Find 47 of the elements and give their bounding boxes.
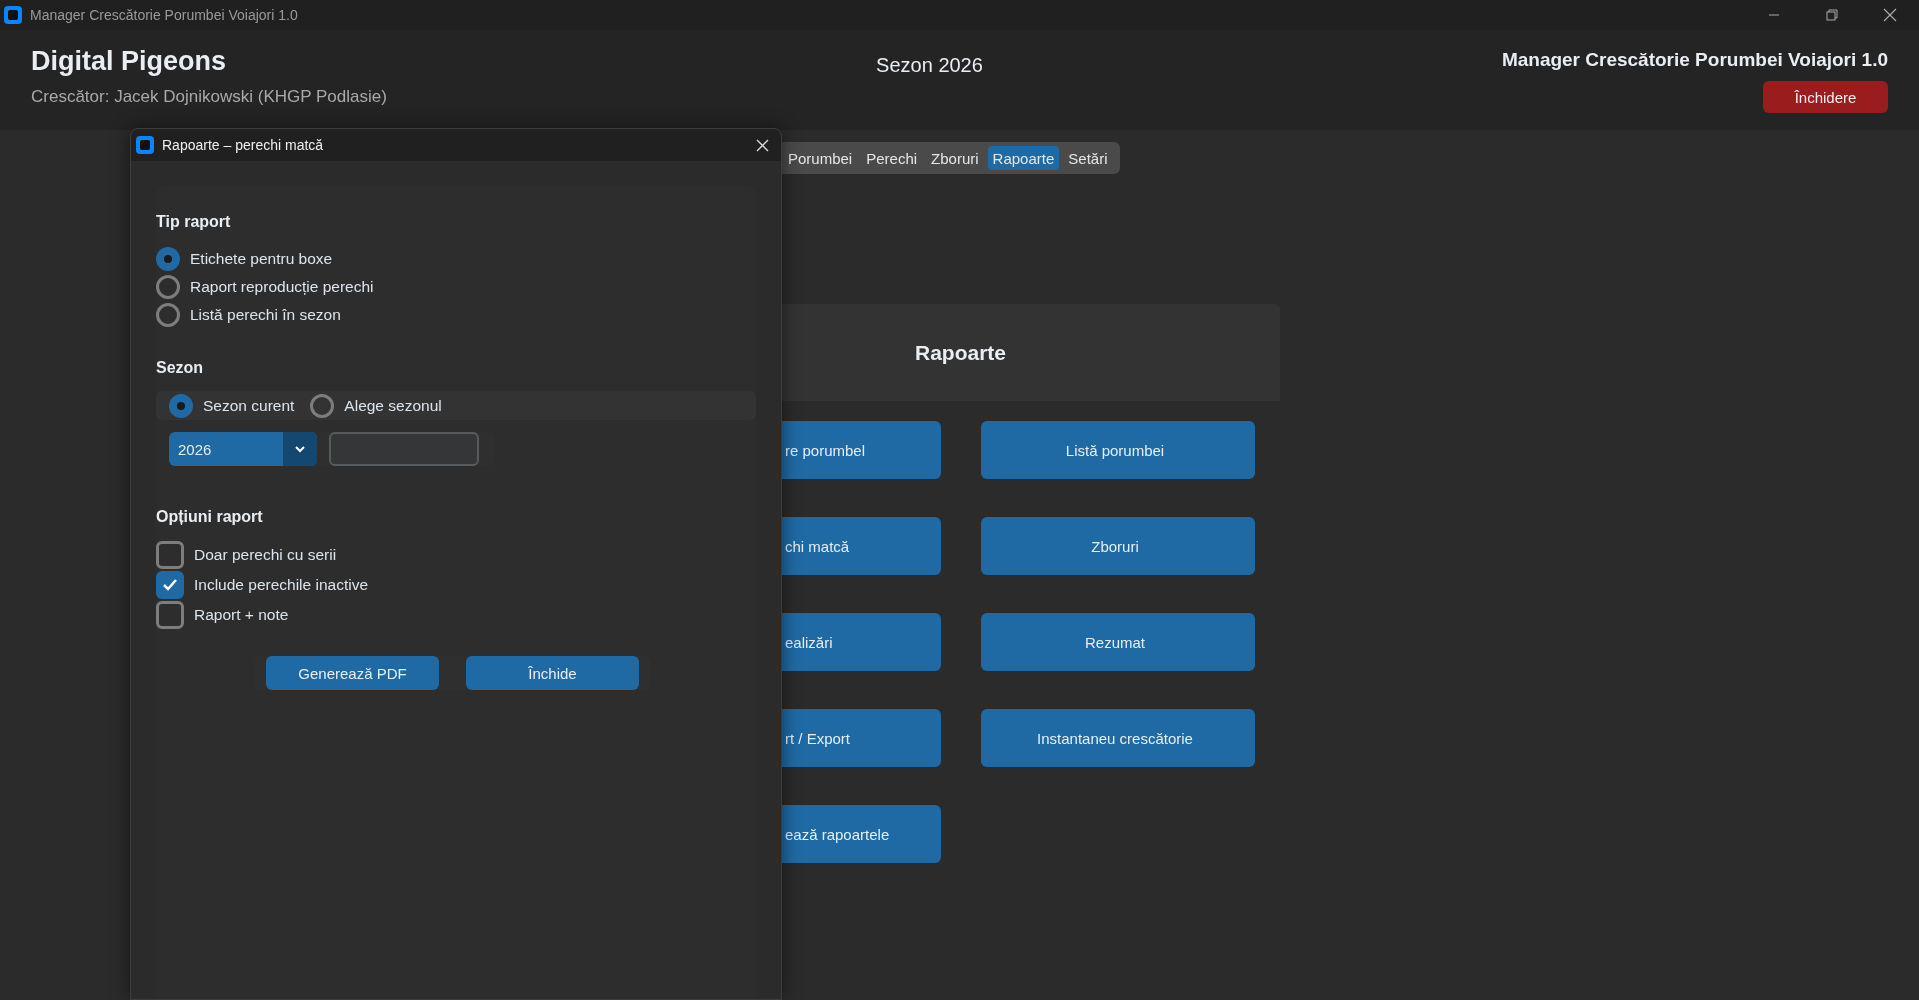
tab[interactable]: Setări <box>1063 146 1113 170</box>
checkmark-icon <box>162 578 178 592</box>
tab[interactable]: Rapoarte <box>987 146 1060 170</box>
report-button[interactable]: Instantaneu crescătorie <box>981 709 1255 767</box>
section-heading: Opțiuni raport <box>156 508 264 526</box>
exit-button[interactable]: Închidere <box>1763 81 1888 113</box>
season-dropdown[interactable]: 2026 <box>169 432 317 466</box>
report-button[interactable]: Rezumat <box>981 613 1255 671</box>
season-label: Sezon 2026 <box>876 54 983 77</box>
radio-button[interactable] <box>156 275 180 299</box>
checkbox[interactable] <box>156 601 184 629</box>
tab[interactable]: Perechi <box>861 146 923 170</box>
radio-label: Sezon curent <box>203 396 295 415</box>
radio-button[interactable] <box>169 393 193 418</box>
app-icon <box>4 6 22 24</box>
tab[interactable]: Zboruri <box>926 146 984 170</box>
close-icon <box>1883 8 1897 22</box>
close-icon <box>756 138 769 152</box>
radio-label: Etichete pentru boxe <box>190 250 333 268</box>
breeder-label: Crescător: Jacek Dojnikowski (KHGP Podlasie) <box>31 87 388 107</box>
checkbox[interactable] <box>156 541 184 569</box>
checkbox-label: Include perechile inactive <box>194 576 369 594</box>
card-title: Rapoarte <box>915 340 1007 365</box>
section-heading: Tip raport <box>156 213 232 231</box>
dialog-button[interactable]: Generează PDF <box>266 656 439 690</box>
window-title: Manager Crescătorie Porumbei Voiajori 1.0 <box>30 7 298 23</box>
app-title: Manager Crescătorie Porumbei Voiajori 1.0 <box>1501 49 1888 71</box>
checkbox[interactable] <box>156 571 184 599</box>
radio-button[interactable] <box>156 247 180 271</box>
chevron-down-icon <box>295 445 305 453</box>
app-icon <box>136 136 154 154</box>
report-button[interactable]: Listă porumbei <box>981 421 1255 479</box>
dialog-button[interactable]: Închide <box>466 656 639 690</box>
app-name: Digital Pigeons <box>31 46 228 77</box>
season-input-field[interactable] <box>329 432 479 466</box>
radio-label: Alege sezonul <box>344 396 442 415</box>
radio-button[interactable] <box>310 393 335 418</box>
radio-label: Raport reproducție perechi <box>190 278 374 296</box>
dialog-title: Rapoarte – perechi matcă <box>162 137 324 153</box>
tab[interactable]: Porumbei <box>783 146 858 170</box>
checkbox-label: Doar perechi cu serii <box>194 546 337 564</box>
section-heading: Sezon <box>156 359 205 377</box>
checkbox-label: Raport + note <box>194 606 289 624</box>
radio-button[interactable] <box>156 303 180 327</box>
restore-icon <box>1826 9 1838 21</box>
report-button[interactable]: Zboruri <box>981 517 1255 575</box>
radio-label: Listă perechi în sezon <box>190 306 341 324</box>
